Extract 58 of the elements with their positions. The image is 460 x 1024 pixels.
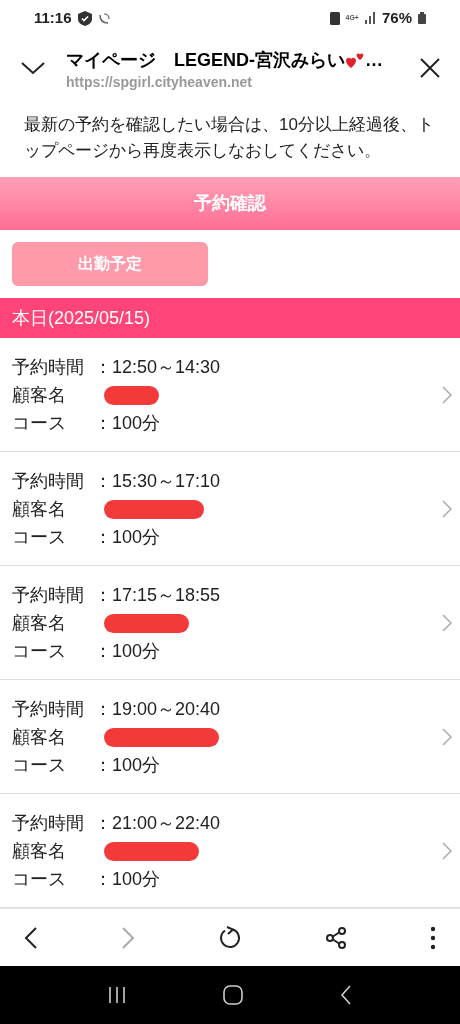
course-duration: ：100分 [94,411,161,435]
signal-icon [364,12,376,24]
course-duration: ：100分 [94,867,161,891]
reservation-item[interactable]: 予約時間 ：15:30～17:10 顧客名 コース ：100分 [0,452,460,566]
chevron-right-icon [442,613,452,632]
date-header: 本日(2025/05/15) [0,298,460,338]
page-url: https://spgirl.cityheaven.net [66,73,253,90]
battery-percent: 76% [381,7,412,28]
course-duration: ：100分 [94,753,161,777]
chevron-right-icon [442,385,452,404]
field-label: 予約時間 [12,355,85,379]
page-title: マイページ LEGEND-宮沢みらい [66,48,345,72]
reservation-item[interactable]: 予約時間 ：21:00～22:40 顧客名 コース ：100分 [0,794,460,908]
field-label: 予約時間 [12,811,85,835]
reservation-item[interactable]: 予約時間 ：17:15～18:55 顧客名 コース ：100分 [0,566,460,680]
back-icon[interactable] [24,925,38,950]
title-ellipsis: … [365,48,383,72]
close-icon[interactable] [420,58,440,78]
nav-back-icon[interactable] [339,985,352,1005]
reservation-time: ：12:50～14:30 [94,355,221,379]
chevron-right-icon [442,841,452,860]
field-label: コース [12,867,67,891]
battery-icon [418,12,426,24]
course-duration: ：100分 [94,525,161,549]
notice-text: 最新の予約を確認したい場合は、10分以上経過後、トップページから再度表示しなおしてください。 [23,114,435,162]
field-label: 顧客名 [12,383,67,407]
shield-icon [77,10,92,26]
field-label: 予約時間 [12,469,85,493]
chevron-right-icon [442,727,452,746]
share-icon[interactable] [325,926,347,949]
home-icon[interactable] [223,985,243,1005]
status-time: 11:16 [34,7,72,28]
field-label: コース [12,525,67,549]
field-label: 予約時間 [12,583,85,607]
field-label: コース [12,753,67,777]
field-label: 顧客名 [12,725,67,749]
field-label: コース [12,411,67,435]
collapse-icon[interactable] [20,61,46,75]
reservation-time: ：21:00～22:40 [94,811,221,835]
field-label: 顧客名 [12,497,67,521]
section-header: 予約確認 [0,177,460,230]
field-label: 予約時間 [12,697,85,721]
recent-apps-icon[interactable] [108,986,127,1004]
field-label: 顧客名 [12,611,67,635]
reservation-time: ：19:00～20:40 [94,697,221,721]
more-icon[interactable] [430,925,436,950]
field-label: コース [12,639,67,663]
course-duration: ：100分 [94,639,161,663]
reservation-item[interactable]: 予約時間 ：12:50～14:30 顧客名 コース ：100分 [0,338,460,452]
redaction-mark [104,383,159,406]
battery-saver-icon [329,11,340,25]
reservation-time: ：15:30～17:10 [94,469,221,493]
reload-icon[interactable] [218,925,242,950]
chevron-right-icon [442,499,452,518]
reservation-item[interactable]: 予約時間 ：19:00～20:40 顧客名 コース ：100分 [0,680,460,794]
field-label: 顧客名 [12,839,67,863]
hearts-icon [345,51,365,69]
reservation-time: ：17:15～18:55 [94,583,221,607]
